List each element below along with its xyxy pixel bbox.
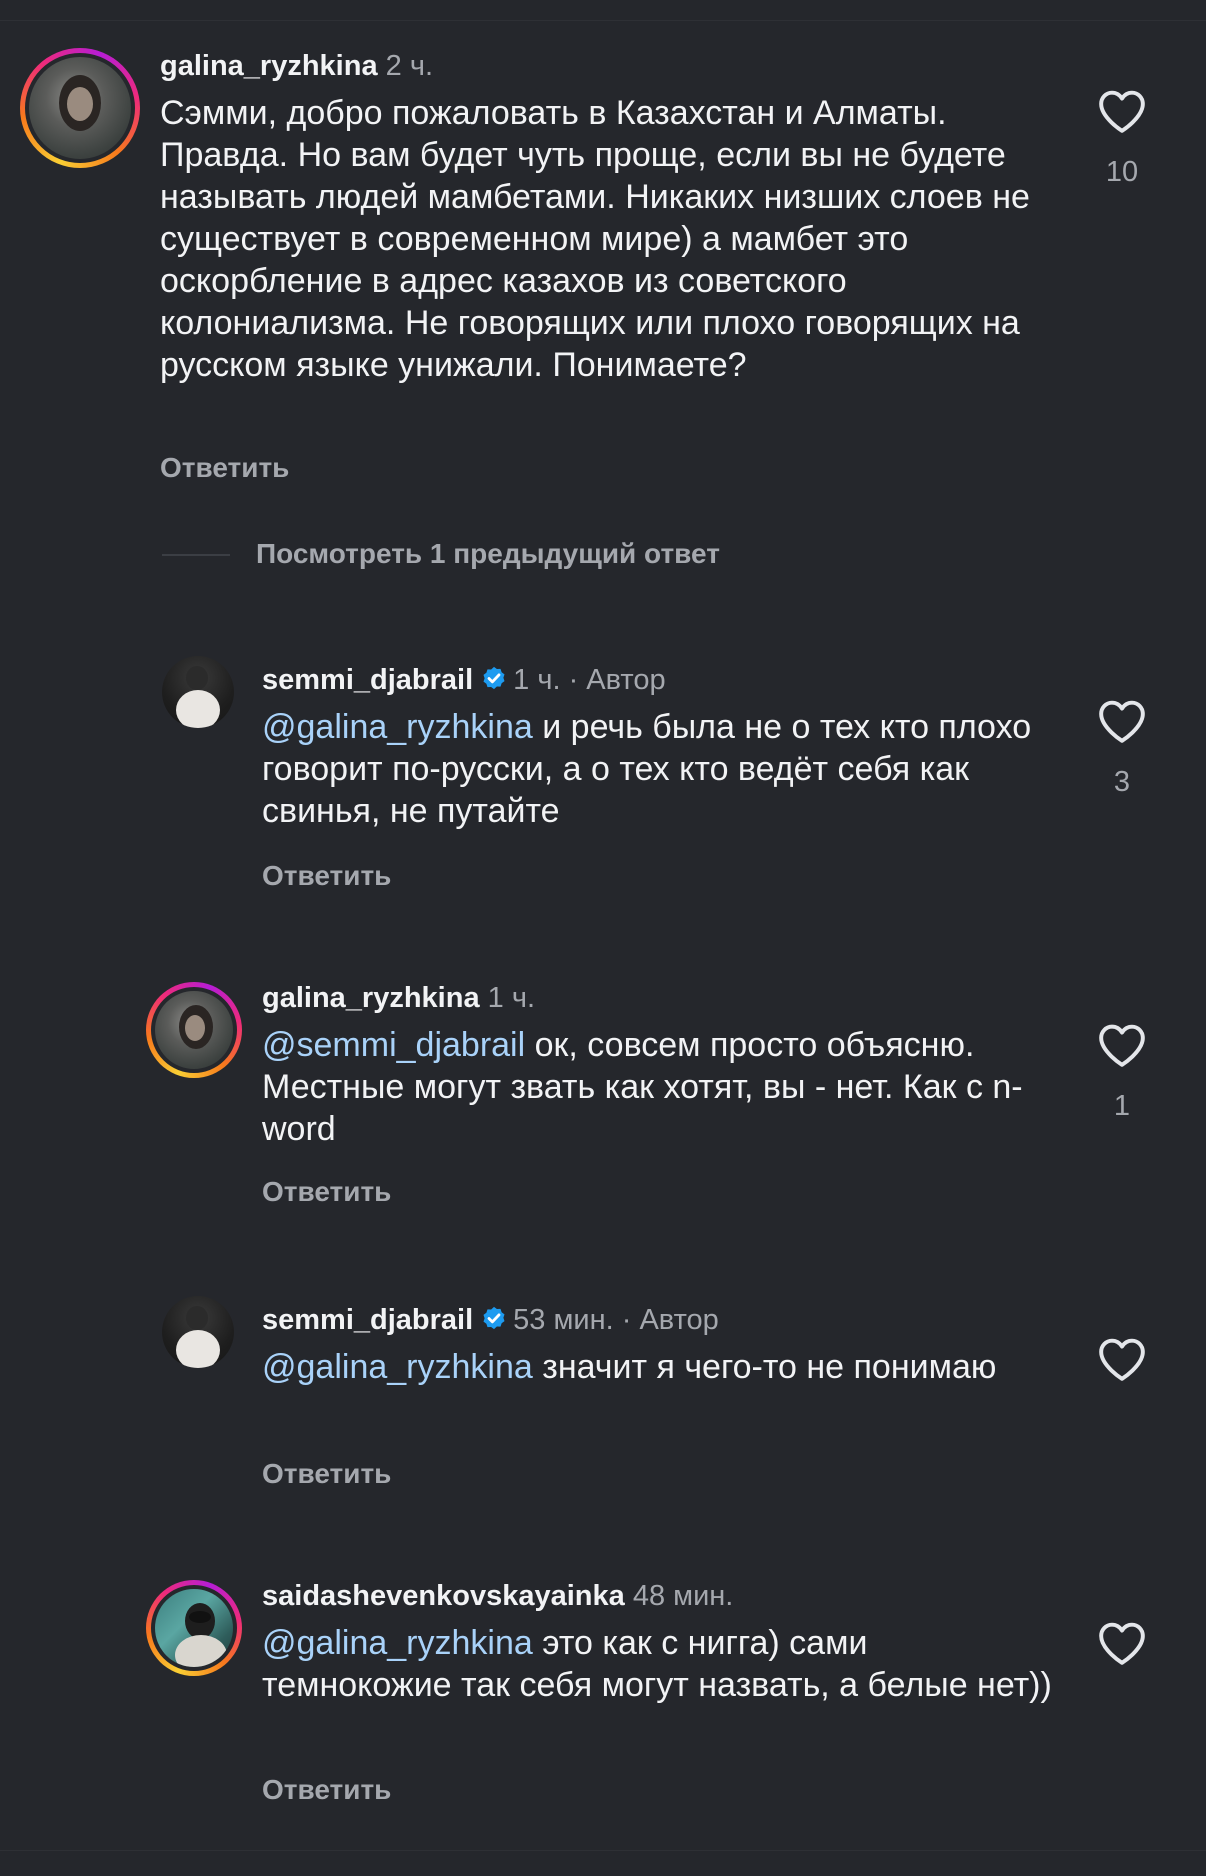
timestamp: 48 мин. [632,1580,734,1612]
comment-content: saidashevenkovskayainka 48 мин. @galina_… [262,1578,1062,1706]
like-count: 10 [1105,156,1139,188]
username[interactable]: galina_ryzhkina [160,50,378,82]
like-button[interactable] [1092,1336,1152,1382]
like-button[interactable]: 3 [1092,698,1152,799]
like-button[interactable]: 1 [1092,1022,1152,1123]
reply-button[interactable]: Ответить [262,1774,391,1806]
comment-text: @galina_ryzhkina значит я чего-то не пон… [262,1346,1062,1388]
reply-button[interactable]: Ответить [262,1458,391,1490]
avatar[interactable] [162,656,234,728]
comment-content: semmi_djabrail 53 мин. · Автор @galina_ry… [262,1302,1062,1388]
comment-text: @galina_ryzhkina это как с нигга) сами т… [262,1622,1062,1706]
avatar[interactable] [20,48,140,168]
avatar[interactable] [146,982,242,1078]
top-divider [0,20,1206,21]
mention-link[interactable]: @galina_ryzhkina [262,1624,533,1662]
username[interactable]: galina_ryzhkina [262,982,480,1014]
reply-button[interactable]: Ответить [262,1176,391,1208]
heart-outline-icon [1099,90,1145,133]
verified-badge-icon [483,666,505,690]
like-count: 3 [1113,766,1131,798]
username[interactable]: semmi_djabrail [262,664,473,696]
heart-outline-icon [1099,1338,1145,1381]
comment-body: значит я чего-то не понимаю [532,1348,997,1386]
comment-text: Сэмми, добро пожаловать в Казахстан и Ал… [160,92,1060,386]
avatar[interactable] [146,1580,242,1676]
username[interactable]: saidashevenkovskayainka [262,1580,625,1612]
avatar[interactable] [162,1296,234,1368]
comment-text: @galina_ryzhkina и речь была не о тех кт… [262,706,1062,832]
heart-outline-icon [1099,1024,1145,1067]
timestamp: 1 ч. [513,664,561,696]
like-count: 1 [1113,1090,1131,1122]
mention-link[interactable]: @galina_ryzhkina [262,708,533,746]
author-tag: · Автор [560,664,666,696]
reply-button[interactable]: Ответить [262,860,391,892]
comment-text: @semmi_djabrail ок, совсем просто объясн… [262,1024,1052,1150]
comment-content: galina_ryzhkina 2 ч. Сэмми, добро пожало… [160,48,1060,386]
comment-body: Сэмми, добро пожаловать в Казахстан и Ал… [160,94,1030,384]
timestamp: 2 ч. [385,50,434,82]
heart-outline-icon [1099,700,1145,743]
comment-content: galina_ryzhkina 1 ч. @semmi_djabrail ок,… [262,980,1052,1150]
username[interactable]: semmi_djabrail [262,1304,473,1336]
heart-outline-icon [1099,1622,1145,1665]
mention-link[interactable]: @semmi_djabrail [262,1026,525,1064]
bottom-divider [0,1850,1206,1851]
reply-button[interactable]: Ответить [160,452,289,484]
timestamp: 1 ч. [487,982,536,1014]
verified-badge-icon [483,1306,505,1330]
like-button[interactable]: 10 [1092,88,1152,189]
view-previous-label: Посмотреть 1 предыдущий ответ [256,538,720,569]
comment-content: semmi_djabrail 1 ч. · Автор @galina_ryzhk… [262,662,1062,832]
like-button[interactable] [1092,1620,1152,1666]
thread-line [162,554,230,556]
timestamp: 53 мин. [513,1304,614,1336]
author-tag: · Автор [613,1304,719,1336]
mention-link[interactable]: @galina_ryzhkina [262,1348,533,1386]
